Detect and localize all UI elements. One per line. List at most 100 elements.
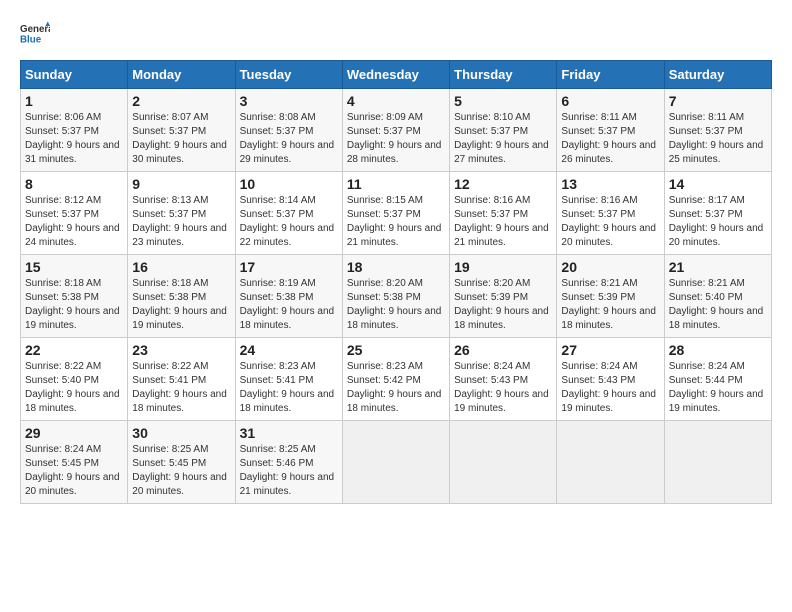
day-info: Sunrise: 8:16 AMSunset: 5:37 PMDaylight:… [454, 194, 552, 250]
day-number: 28 [669, 342, 767, 358]
calendar-day-cell [557, 421, 664, 504]
day-info: Sunrise: 8:23 AMSunset: 5:42 PMDaylight:… [347, 360, 445, 416]
calendar-day-cell: 17 Sunrise: 8:19 AMSunset: 5:38 PMDayligh… [235, 255, 342, 338]
day-number: 13 [561, 176, 659, 192]
day-of-week-header: Monday [128, 61, 235, 89]
day-info: Sunrise: 8:12 AMSunset: 5:37 PMDaylight:… [25, 194, 123, 250]
day-info: Sunrise: 8:09 AMSunset: 5:37 PMDaylight:… [347, 111, 445, 167]
calendar-day-cell: 3 Sunrise: 8:08 AMSunset: 5:37 PMDaylight… [235, 89, 342, 172]
calendar-day-cell: 2 Sunrise: 8:07 AMSunset: 5:37 PMDaylight… [128, 89, 235, 172]
calendar-day-cell: 27 Sunrise: 8:24 AMSunset: 5:43 PMDayligh… [557, 338, 664, 421]
day-number: 6 [561, 93, 659, 109]
day-number: 9 [132, 176, 230, 192]
calendar-day-cell: 6 Sunrise: 8:11 AMSunset: 5:37 PMDaylight… [557, 89, 664, 172]
day-info: Sunrise: 8:11 AMSunset: 5:37 PMDaylight:… [561, 111, 659, 167]
calendar-day-cell [450, 421, 557, 504]
calendar-day-cell: 4 Sunrise: 8:09 AMSunset: 5:37 PMDaylight… [342, 89, 449, 172]
day-number: 23 [132, 342, 230, 358]
day-info: Sunrise: 8:17 AMSunset: 5:37 PMDaylight:… [669, 194, 767, 250]
day-info: Sunrise: 8:20 AMSunset: 5:39 PMDaylight:… [454, 277, 552, 333]
day-info: Sunrise: 8:18 AMSunset: 5:38 PMDaylight:… [132, 277, 230, 333]
calendar-day-cell: 9 Sunrise: 8:13 AMSunset: 5:37 PMDaylight… [128, 172, 235, 255]
day-info: Sunrise: 8:25 AMSunset: 5:45 PMDaylight:… [132, 443, 230, 499]
day-info: Sunrise: 8:23 AMSunset: 5:41 PMDaylight:… [240, 360, 338, 416]
day-info: Sunrise: 8:25 AMSunset: 5:46 PMDaylight:… [240, 443, 338, 499]
calendar-day-cell: 18Sunrise: 8:20 AMSunset: 5:38 PMDayligh… [342, 255, 449, 338]
day-info: Sunrise: 8:24 AMSunset: 5:43 PMDaylight:… [561, 360, 659, 416]
calendar-day-cell: 14 Sunrise: 8:17 AMSunset: 5:37 PMDayligh… [664, 172, 771, 255]
day-of-week-header: Saturday [664, 61, 771, 89]
day-number: 19 [454, 259, 552, 275]
day-number: 31 [240, 425, 338, 441]
day-info: Sunrise: 8:14 AMSunset: 5:37 PMDaylight:… [240, 194, 338, 250]
calendar-week-row: 22 Sunrise: 8:22 AMSunset: 5:40 PMDayligh… [21, 338, 772, 421]
calendar-day-cell: 5 Sunrise: 8:10 AMSunset: 5:37 PMDaylight… [450, 89, 557, 172]
day-of-week-header: Thursday [450, 61, 557, 89]
day-number: 3 [240, 93, 338, 109]
day-number: 17 [240, 259, 338, 275]
day-info: Sunrise: 8:18 AMSunset: 5:38 PMDaylight:… [25, 277, 123, 333]
day-info: Sunrise: 8:06 AMSunset: 5:37 PMDaylight:… [25, 111, 123, 167]
calendar-day-cell: 20 Sunrise: 8:21 AMSunset: 5:39 PMDayligh… [557, 255, 664, 338]
header: General Blue [20, 20, 772, 50]
day-number: 30 [132, 425, 230, 441]
day-number: 25 [347, 342, 445, 358]
day-info: Sunrise: 8:15 AMSunset: 5:37 PMDaylight:… [347, 194, 445, 250]
day-info: Sunrise: 8:13 AMSunset: 5:37 PMDaylight:… [132, 194, 230, 250]
logo: General Blue [20, 20, 50, 50]
calendar-day-cell: 26 Sunrise: 8:24 AMSunset: 5:43 PMDayligh… [450, 338, 557, 421]
calendar-week-row: 8 Sunrise: 8:12 AMSunset: 5:37 PMDaylight… [21, 172, 772, 255]
calendar-day-cell: 30 Sunrise: 8:25 AMSunset: 5:45 PMDayligh… [128, 421, 235, 504]
day-of-week-header: Tuesday [235, 61, 342, 89]
day-number: 27 [561, 342, 659, 358]
day-info: Sunrise: 8:24 AMSunset: 5:45 PMDaylight:… [25, 443, 123, 499]
calendar-day-cell: 11Sunrise: 8:15 AMSunset: 5:37 PMDayligh… [342, 172, 449, 255]
day-number: 12 [454, 176, 552, 192]
calendar-day-cell: 31 Sunrise: 8:25 AMSunset: 5:46 PMDayligh… [235, 421, 342, 504]
day-info: Sunrise: 8:16 AMSunset: 5:37 PMDaylight:… [561, 194, 659, 250]
calendar-day-cell: 29 Sunrise: 8:24 AMSunset: 5:45 PMDayligh… [21, 421, 128, 504]
day-info: Sunrise: 8:10 AMSunset: 5:37 PMDaylight:… [454, 111, 552, 167]
day-number: 29 [25, 425, 123, 441]
calendar-table: SundayMondayTuesdayWednesdayThursdayFrid… [20, 60, 772, 504]
day-number: 14 [669, 176, 767, 192]
calendar-day-cell: 13 Sunrise: 8:16 AMSunset: 5:37 PMDayligh… [557, 172, 664, 255]
calendar-day-cell: 7Sunrise: 8:11 AMSunset: 5:37 PMDaylight… [664, 89, 771, 172]
calendar-day-cell: 8 Sunrise: 8:12 AMSunset: 5:37 PMDaylight… [21, 172, 128, 255]
calendar-day-cell: 23Sunrise: 8:22 AMSunset: 5:41 PMDayligh… [128, 338, 235, 421]
calendar-day-cell: 19 Sunrise: 8:20 AMSunset: 5:39 PMDayligh… [450, 255, 557, 338]
calendar-day-cell: 24 Sunrise: 8:23 AMSunset: 5:41 PMDayligh… [235, 338, 342, 421]
calendar-day-cell [342, 421, 449, 504]
calendar-day-cell: 22 Sunrise: 8:22 AMSunset: 5:40 PMDayligh… [21, 338, 128, 421]
day-number: 5 [454, 93, 552, 109]
day-number: 22 [25, 342, 123, 358]
day-number: 24 [240, 342, 338, 358]
day-number: 18 [347, 259, 445, 275]
day-number: 20 [561, 259, 659, 275]
day-number: 8 [25, 176, 123, 192]
day-info: Sunrise: 8:07 AMSunset: 5:37 PMDaylight:… [132, 111, 230, 167]
day-number: 10 [240, 176, 338, 192]
day-info: Sunrise: 8:24 AMSunset: 5:44 PMDaylight:… [669, 360, 767, 416]
calendar-day-cell: 21Sunrise: 8:21 AMSunset: 5:40 PMDayligh… [664, 255, 771, 338]
calendar-week-row: 1Sunrise: 8:06 AMSunset: 5:37 PMDaylight… [21, 89, 772, 172]
day-number: 26 [454, 342, 552, 358]
calendar-week-row: 15Sunrise: 8:18 AMSunset: 5:38 PMDayligh… [21, 255, 772, 338]
day-info: Sunrise: 8:21 AMSunset: 5:39 PMDaylight:… [561, 277, 659, 333]
calendar-week-row: 29 Sunrise: 8:24 AMSunset: 5:45 PMDayligh… [21, 421, 772, 504]
day-info: Sunrise: 8:08 AMSunset: 5:37 PMDaylight:… [240, 111, 338, 167]
svg-text:General: General [20, 24, 50, 35]
day-number: 4 [347, 93, 445, 109]
calendar-day-cell: 28 Sunrise: 8:24 AMSunset: 5:44 PMDayligh… [664, 338, 771, 421]
logo-icon: General Blue [20, 20, 50, 50]
day-number: 2 [132, 93, 230, 109]
svg-text:Blue: Blue [20, 35, 42, 46]
day-number: 21 [669, 259, 767, 275]
calendar-day-cell: 12 Sunrise: 8:16 AMSunset: 5:37 PMDayligh… [450, 172, 557, 255]
calendar-day-cell: 10 Sunrise: 8:14 AMSunset: 5:37 PMDayligh… [235, 172, 342, 255]
calendar-day-cell: 1Sunrise: 8:06 AMSunset: 5:37 PMDaylight… [21, 89, 128, 172]
day-of-week-header: Sunday [21, 61, 128, 89]
day-info: Sunrise: 8:22 AMSunset: 5:40 PMDaylight:… [25, 360, 123, 416]
day-info: Sunrise: 8:24 AMSunset: 5:43 PMDaylight:… [454, 360, 552, 416]
day-info: Sunrise: 8:19 AMSunset: 5:38 PMDaylight:… [240, 277, 338, 333]
